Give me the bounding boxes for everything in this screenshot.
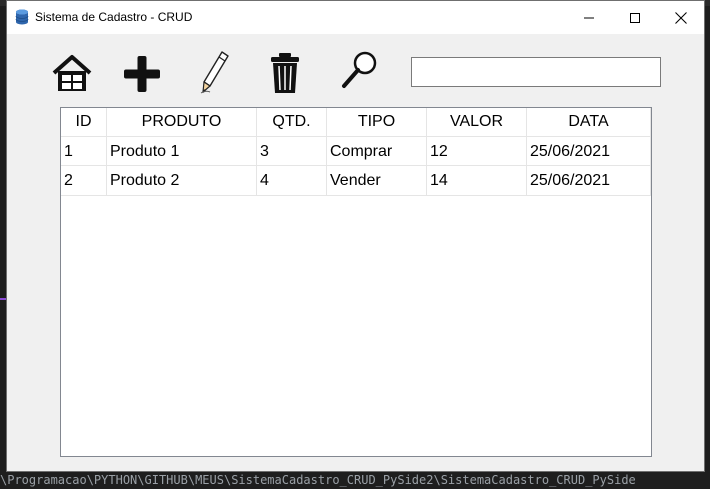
table-cell[interactable]: 4 xyxy=(257,166,327,196)
maximize-button[interactable] xyxy=(612,1,658,34)
column-header[interactable]: TIPO xyxy=(327,108,427,136)
edit-pencil-icon xyxy=(200,51,229,94)
column-header[interactable]: QTD. xyxy=(257,108,327,136)
window-title: Sistema de Cadastro - CRUD xyxy=(35,10,193,24)
search-input[interactable] xyxy=(411,57,661,87)
column-header[interactable]: VALOR xyxy=(427,108,527,136)
table-cell[interactable]: Produto 2 xyxy=(107,166,257,196)
products-table[interactable]: ID PRODUTO QTD. TIPO VALOR DATA 1 Produto 1 3 Com… xyxy=(60,107,652,457)
add-icon xyxy=(124,56,160,92)
table-cell[interactable]: Produto 1 xyxy=(107,136,257,166)
table-cell[interactable]: 25/06/2021 xyxy=(527,136,651,166)
title-bar[interactable]: Sistema de Cadastro - CRUD xyxy=(7,1,704,34)
delete-button[interactable] xyxy=(265,50,305,96)
column-header[interactable]: DATA xyxy=(527,108,651,136)
close-icon xyxy=(675,11,687,24)
minimize-icon xyxy=(584,17,594,18)
maximize-icon xyxy=(630,12,640,23)
table-cell[interactable]: 25/06/2021 xyxy=(527,166,651,196)
search-icon xyxy=(342,51,377,88)
table-cell[interactable]: 12 xyxy=(427,136,527,166)
table-cell[interactable]: Vender xyxy=(327,166,427,196)
edit-button[interactable] xyxy=(195,49,235,95)
table-cell[interactable]: Comprar xyxy=(327,136,427,166)
search-button[interactable] xyxy=(337,47,381,93)
minimize-button[interactable] xyxy=(566,1,612,34)
app-window: Sistema de Cadastro - CRUD ID PRODUTO QT… xyxy=(6,0,705,472)
trash-icon xyxy=(271,53,299,93)
home-icon xyxy=(52,55,92,91)
add-button[interactable] xyxy=(119,51,165,97)
column-header[interactable]: PRODUTO xyxy=(107,108,257,136)
background-terminal-path: \Programacao\PYTHON\GITHUB\MEUS\SistemaC… xyxy=(0,473,636,487)
table-cell[interactable]: 2 xyxy=(61,166,107,196)
table-cell[interactable]: 14 xyxy=(427,166,527,196)
table-cell[interactable]: 3 xyxy=(257,136,327,166)
table-cell[interactable]: 1 xyxy=(61,136,107,166)
close-button[interactable] xyxy=(658,1,704,34)
database-app-icon xyxy=(15,9,29,25)
home-button[interactable] xyxy=(49,50,95,96)
column-header[interactable]: ID xyxy=(61,108,107,136)
